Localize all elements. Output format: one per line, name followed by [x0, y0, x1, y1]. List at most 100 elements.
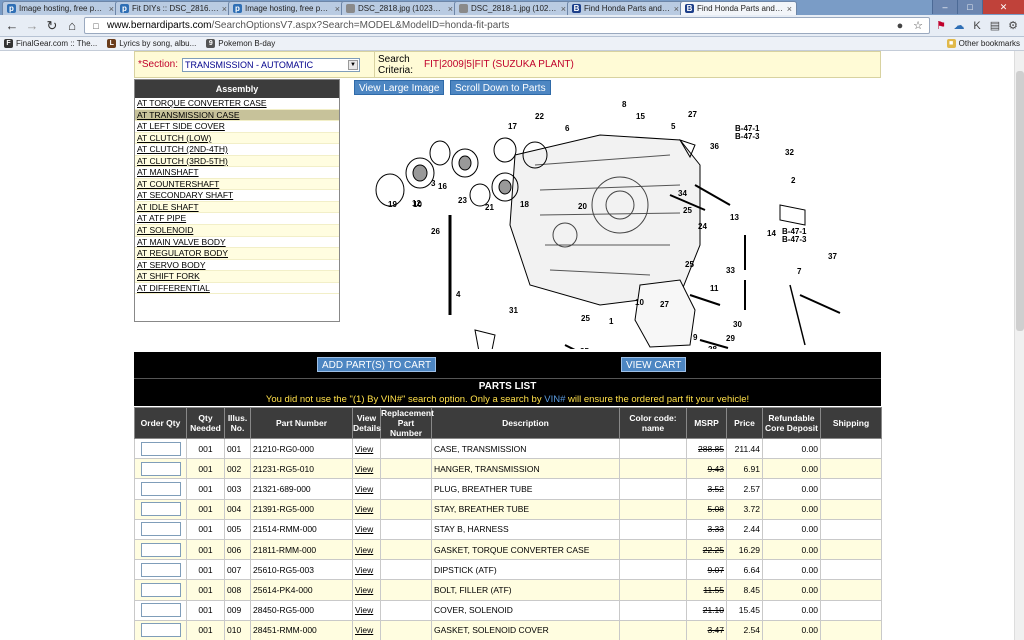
vin-link[interactable]: VIN# — [544, 394, 565, 405]
other-bookmarks[interactable]: ■ Other bookmarks — [946, 39, 1020, 48]
tab-favicon-icon: p — [233, 4, 242, 13]
assembly-item[interactable]: AT IDLE SHAFT — [135, 201, 339, 214]
assembly-item[interactable]: AT CLUTCH (3RD-5TH) — [135, 155, 339, 168]
bookmark-finalgear[interactable]: F FinalGear.com :: The... — [4, 39, 97, 48]
view-large-image-button[interactable]: View Large Image — [354, 80, 445, 95]
tab-close-icon[interactable]: × — [448, 4, 453, 14]
maximize-icon[interactable]: □ — [957, 0, 982, 14]
page-menu-icon[interactable]: ▤ — [988, 19, 1002, 33]
callout-number: 2 — [791, 176, 796, 185]
bookmark-pokemon[interactable]: 9 Pokemon B-day — [206, 39, 275, 48]
view-details-link[interactable]: View — [355, 625, 373, 635]
scroll-down-to-parts-button[interactable]: Scroll Down to Parts — [450, 80, 551, 95]
browser-tab[interactable]: DSC_2818.jpg (1023×685) × — [341, 1, 458, 15]
shipping-cell — [820, 437, 882, 460]
browser-tab[interactable]: B Find Honda Parts and Hon × — [680, 1, 797, 15]
assembly-item[interactable]: AT TRANSMISSION CASE — [135, 109, 339, 122]
view-details-link[interactable]: View — [355, 444, 373, 454]
assembly-item[interactable]: AT TORQUE CONVERTER CASE — [135, 98, 339, 110]
scrollbar-thumb[interactable] — [1016, 71, 1024, 331]
assembly-item[interactable]: AT DIFFERENTIAL — [135, 283, 339, 295]
add-to-cart-button[interactable]: ADD PART(S) TO CART — [317, 357, 437, 372]
illus-number-cell: 003 — [224, 478, 251, 500]
browser-tab[interactable]: B Find Honda Parts and Hon × — [567, 1, 684, 15]
assembly-item[interactable]: AT MAIN VALVE BODY — [135, 237, 339, 249]
tab-close-icon[interactable]: × — [561, 4, 566, 14]
diagram-area: View Large Image Scroll Down to Parts 19… — [350, 79, 881, 349]
assembly-item[interactable]: AT REGULATOR BODY — [135, 248, 339, 260]
view-details-link[interactable]: View — [355, 524, 373, 534]
order-qty-input[interactable] — [140, 461, 181, 476]
order-qty-input[interactable] — [140, 502, 181, 517]
view-details-link[interactable]: View — [355, 605, 373, 615]
view-details-link[interactable]: View — [355, 565, 373, 575]
order-qty-input[interactable] — [140, 441, 181, 456]
order-qty-input[interactable] — [140, 542, 181, 557]
weather-extension-icon[interactable]: ☁ — [952, 19, 966, 33]
bookmark-star-icon[interactable]: ☆ — [911, 19, 925, 33]
assembly-item[interactable]: AT ATF PIPE — [135, 213, 339, 226]
dropdown-arrow-icon[interactable]: ▼ — [348, 59, 358, 70]
core-deposit-cell: 0.00 — [762, 498, 821, 520]
assembly-item[interactable]: AT SOLENOID — [135, 225, 339, 237]
qty-needed-cell: 001 — [186, 518, 225, 540]
assembly-item[interactable]: AT MAINSHAFT — [135, 167, 339, 179]
back-icon[interactable]: ← — [4, 18, 20, 34]
order-qty-input[interactable] — [140, 481, 181, 496]
order-qty-input[interactable] — [140, 562, 181, 577]
bookmark-lyrics[interactable]: L Lyrics by song, albu... — [107, 39, 196, 48]
assembly-item[interactable]: AT CLUTCH (2ND-4TH) — [135, 144, 339, 156]
tab-favicon-icon: B — [685, 4, 694, 13]
wrench-menu-icon[interactable]: ⚙ — [1006, 19, 1020, 33]
close-window-icon[interactable]: ✕ — [982, 0, 1024, 14]
tab-close-icon[interactable]: × — [222, 4, 227, 14]
qty-needed-cell: 001 — [186, 498, 225, 520]
tab-close-icon[interactable]: × — [109, 4, 114, 14]
browser-tab[interactable]: p Fit DIYs :: DSC_2816.jpg p × — [115, 1, 232, 15]
view-details-link[interactable]: View — [355, 464, 373, 474]
color-code-cell — [619, 498, 687, 520]
assembly-item[interactable]: AT SERVO BODY — [135, 260, 339, 272]
column-header: Color code: name — [619, 407, 687, 439]
page-scrollbar[interactable] — [1014, 51, 1024, 640]
view-cart-button[interactable]: VIEW CART — [621, 357, 687, 372]
tab-close-icon[interactable]: × — [674, 4, 679, 14]
callout-number: 3 — [431, 179, 436, 188]
view-details-link[interactable]: View — [355, 484, 373, 494]
assembly-item[interactable]: AT SHIFT FORK — [135, 271, 339, 283]
replacement-part-cell — [380, 559, 432, 581]
view-details-link[interactable]: View — [355, 545, 373, 555]
assembly-item[interactable]: AT COUNTERSHAFT — [135, 178, 339, 191]
assembly-item[interactable]: AT SECONDARY SHAFT — [135, 190, 339, 202]
flag-extension-icon[interactable]: ⚑ — [934, 19, 948, 33]
extension-icon[interactable]: ● — [893, 19, 907, 33]
view-details-link[interactable]: View — [355, 504, 373, 514]
view-details-cell: View — [352, 478, 381, 500]
tab-title: DSC_2818-1.jpg (1023×68 — [471, 4, 558, 13]
order-qty-input[interactable] — [140, 603, 181, 618]
bookmark-label: Lyrics by song, albu... — [119, 39, 197, 48]
forward-icon[interactable]: → — [24, 18, 40, 34]
reload-icon[interactable]: ↻ — [44, 18, 60, 34]
address-bar[interactable]: □ www.bernardiparts.com/SearchOptionsV7.… — [84, 17, 930, 34]
order-qty-input[interactable] — [140, 582, 181, 597]
assembly-item[interactable]: AT CLUTCH (LOW) — [135, 132, 339, 145]
browser-tab[interactable]: p Image hosting, free photo × — [228, 1, 345, 15]
order-qty-input[interactable] — [140, 623, 181, 638]
illus-number-cell: 005 — [224, 518, 251, 540]
view-details-cell: View — [352, 599, 381, 621]
tab-close-icon[interactable]: × — [335, 4, 340, 14]
assembly-item[interactable]: AT LEFT SIDE COVER — [135, 121, 339, 133]
section-select[interactable]: TRANSMISSION - AUTOMATIC ▼ — [182, 57, 360, 72]
extension-k-icon[interactable]: K — [970, 19, 984, 33]
callout-number: 28 — [708, 345, 717, 349]
home-icon[interactable]: ⌂ — [64, 18, 80, 34]
description-cell: PLUG, BREATHER TUBE — [431, 478, 620, 500]
order-qty-input[interactable] — [140, 522, 181, 537]
tab-close-icon[interactable]: × — [787, 4, 792, 14]
minimize-icon[interactable]: – — [932, 0, 957, 14]
browser-tab[interactable]: DSC_2818-1.jpg (1023×68 × — [454, 1, 571, 15]
url-text[interactable]: www.bernardiparts.com/SearchOptionsV7.as… — [107, 20, 889, 31]
view-details-link[interactable]: View — [355, 585, 373, 595]
browser-tab[interactable]: p Image hosting, free photo × — [2, 1, 119, 15]
